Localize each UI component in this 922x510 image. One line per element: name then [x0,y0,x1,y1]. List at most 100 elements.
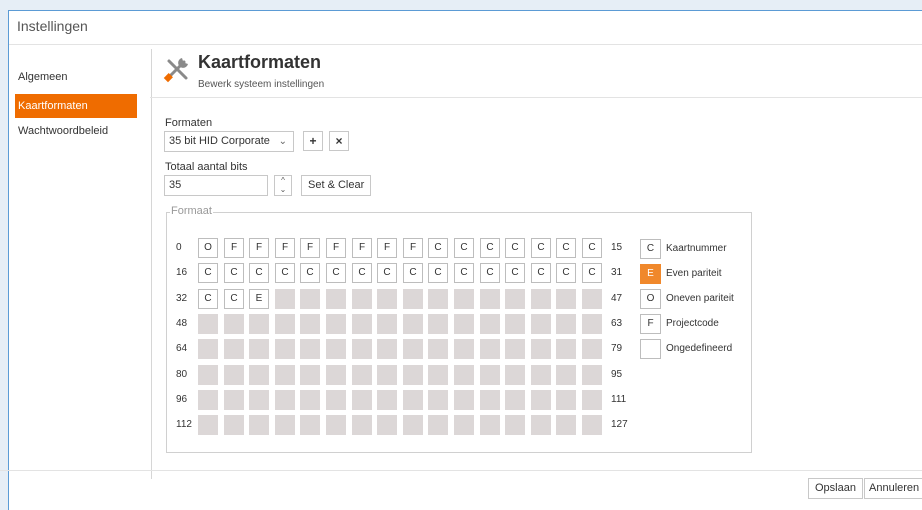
bit-cell [275,365,295,385]
sidebar-item-kaartformaten[interactable]: Kaartformaten [15,94,137,118]
bit-cell [556,314,576,334]
legend-label: Even pariteit [666,268,722,279]
bit-cell [352,365,372,385]
bit-cell [377,390,397,410]
bit-cell[interactable]: C [531,238,551,258]
bit-cell[interactable]: F [352,238,372,258]
bit-cell [275,415,295,435]
bit-cell[interactable]: F [224,238,244,258]
bit-cell[interactable]: C [556,263,576,283]
bit-cell [428,415,448,435]
bit-cell [531,314,551,334]
bit-cell[interactable]: F [249,238,269,258]
bit-cell [480,390,500,410]
bit-cell [454,415,474,435]
add-format-button[interactable]: + [303,131,323,151]
bit-cell [326,390,346,410]
bit-cell [326,314,346,334]
legend-key: E [640,264,661,284]
bit-cell [582,339,602,359]
bit-cell[interactable]: C [300,263,320,283]
total-bits-stepper[interactable]: ^ ⌄ [274,175,292,196]
formats-select[interactable]: 35 bit HID Corporate ⌄ [164,131,294,152]
bit-cell [224,365,244,385]
legend-key [640,339,661,359]
bit-cell[interactable]: C [480,238,500,258]
bit-cell [377,339,397,359]
bit-cell[interactable]: C [505,238,525,258]
sidebar-item-wachtwoordbeleid[interactable]: Wachtwoordbeleid [15,119,137,143]
bit-cell[interactable]: F [300,238,320,258]
bit-cell [249,390,269,410]
bit-cell[interactable]: F [403,238,423,258]
bit-cell[interactable]: C [505,263,525,283]
save-button[interactable]: Opslaan [808,478,863,499]
sidebar: Algemeen Kaartformaten Wachtwoordbeleid [9,45,151,475]
bit-cell [505,314,525,334]
bit-cell [403,314,423,334]
bit-cell[interactable]: C [198,263,218,283]
stepper-down-icon[interactable]: ⌄ [275,185,291,194]
cancel-button[interactable]: Annuleren [864,478,922,499]
bit-cell [377,314,397,334]
bit-cell [582,415,602,435]
bit-cell [300,365,320,385]
legend-key: C [640,239,661,259]
bit-cell [326,365,346,385]
bit-cell [454,289,474,309]
sidebar-item-algemeen[interactable]: Algemeen [15,65,137,89]
grid-row-end-label: 31 [611,267,623,278]
remove-format-button[interactable]: × [329,131,349,151]
bit-cell[interactable]: C [428,263,448,283]
bit-cell[interactable]: C [377,263,397,283]
format-fieldset-title: Formaat [170,205,213,217]
bit-cell[interactable]: C [454,263,474,283]
legend-label: Projectcode [666,318,719,329]
grid-row-end-label: 111 [611,394,627,405]
bit-cell [326,339,346,359]
bit-cell[interactable]: C [224,289,244,309]
bit-cell[interactable]: F [326,238,346,258]
bit-cell [300,339,320,359]
stepper-up-icon[interactable]: ^ [275,176,291,185]
bit-cell[interactable]: C [582,238,602,258]
bit-cell[interactable]: C [249,263,269,283]
bit-cell [505,390,525,410]
bit-cell [275,289,295,309]
bit-cell [531,390,551,410]
bit-cell [300,390,320,410]
bit-cell [454,390,474,410]
bit-cell[interactable]: C [531,263,551,283]
bit-cell[interactable]: C [454,238,474,258]
legend-label: Oneven pariteit [666,293,734,304]
bit-cell [352,390,372,410]
legend-label: Ongedefineerd [666,343,733,354]
bit-cell[interactable]: C [275,263,295,283]
total-bits-input[interactable]: 35 [164,175,268,196]
bit-cell[interactable]: F [377,238,397,258]
bit-cell[interactable]: O [198,238,218,258]
bit-cell[interactable]: C [556,238,576,258]
bit-cell [454,365,474,385]
bit-cell[interactable]: C [352,263,372,283]
bit-cell [556,289,576,309]
chevron-down-icon: ⌄ [278,136,287,147]
grid-row-end-label: 63 [611,318,623,329]
bit-cell [582,314,602,334]
bit-cell[interactable]: F [275,238,295,258]
bit-cell[interactable]: C [428,238,448,258]
bit-cell [428,314,448,334]
bit-cell[interactable]: C [582,263,602,283]
bit-cell[interactable]: E [249,289,269,309]
bit-cell[interactable]: C [403,263,423,283]
bit-cell[interactable]: C [326,263,346,283]
bit-cell[interactable]: C [198,289,218,309]
bit-cell[interactable]: C [224,263,244,283]
bit-cell[interactable]: C [480,263,500,283]
page-title: Kaartformaten [198,52,322,72]
set-clear-button[interactable]: Set & Clear [301,175,372,196]
bit-cell [377,415,397,435]
bit-cell [275,390,295,410]
bit-cell [224,339,244,359]
bit-cell [198,339,218,359]
